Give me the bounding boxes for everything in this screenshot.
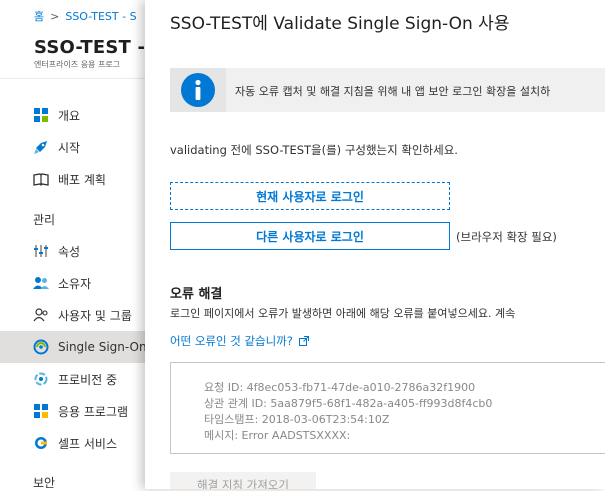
- breadcrumb-app-link[interactable]: SSO-TEST - S: [65, 10, 136, 23]
- nav-item-application[interactable]: 응용 프로그램: [0, 395, 160, 427]
- nav-item-getting-started[interactable]: 시작: [0, 131, 160, 163]
- nav-item-single-sign-on[interactable]: Single Sign-On: [0, 331, 160, 363]
- what-error-link[interactable]: 어떤 오류인 것 같습니까?: [170, 333, 309, 349]
- self-service-icon: [33, 435, 49, 451]
- provisioning-icon: [33, 371, 49, 387]
- nav-item-label: 사용자 및 그룹: [58, 308, 132, 323]
- chevron-right-icon: >: [50, 10, 60, 23]
- get-resolution-guidance-button[interactable]: 해결 지침 가져오기: [170, 472, 316, 489]
- rocket-icon: [33, 139, 49, 155]
- panel-title: SSO-TEST에 Validate Single Sign-On 사용: [170, 14, 510, 34]
- error-request-id-line: 요청 ID: 4f8ec053-fb71-47de-a010-2786a32f1…: [204, 381, 476, 394]
- nav-item-label: 소유자: [58, 276, 92, 291]
- troubleshoot-description: 로그인 페이지에서 오류가 발생하면 아래에 해당 오류를 붙여넣으세요. 계속: [170, 307, 516, 320]
- error-correlation-id-line: 상관 관계 ID: 5aa879f5-68f1-482a-a405-ff993d…: [204, 397, 493, 410]
- error-timestamp-line: 타임스탬프: 2018-03-06T23:54:10Z: [204, 413, 390, 426]
- nav-item-label: 프로비전 중: [58, 372, 118, 387]
- browser-extension-note: (브라우저 확장 필요): [456, 230, 557, 244]
- app-subtitle: 엔터프라이즈 응용 프로그: [34, 60, 121, 69]
- application-icon: [33, 403, 49, 419]
- divider: [0, 78, 160, 79]
- validate-sso-panel: SSO-TEST에 Validate Single Sign-On 사용 자동 …: [145, 0, 605, 489]
- properties-icon: [33, 243, 49, 259]
- info-icon-box: [170, 68, 226, 112]
- info-banner-text: 자동 오류 캡처 및 해결 지침을 위해 내 앱 보안 로그인 확장을 설치하: [235, 85, 551, 98]
- nav-item-properties[interactable]: 속성: [0, 235, 160, 267]
- sign-in-current-user-button[interactable]: 현재 사용자로 로그인: [170, 182, 450, 210]
- nav-item-label: 개요: [58, 108, 81, 123]
- overview-grid-icon: [33, 107, 49, 123]
- breadcrumb: 홈 > SSO-TEST - S: [34, 8, 137, 24]
- nav-item-label: Single Sign-On: [58, 340, 147, 354]
- what-error-link-text: 어떤 오류인 것 같습니까?: [170, 334, 293, 348]
- nav-item-label: 시작: [58, 140, 81, 155]
- nav-item-label: 응용 프로그램: [58, 404, 129, 419]
- nav-item-owners[interactable]: 소유자: [0, 267, 160, 299]
- nav-section-security: 보안: [33, 476, 56, 490]
- left-blade: 홈 > SSO-TEST - S SSO-TEST - SA 엔터프라이즈 응용 프…: [0, 0, 179, 490]
- nav-item-deployment-plan[interactable]: 배포 계획: [0, 163, 160, 195]
- nav-item-label: 셀프 서비스: [58, 436, 118, 451]
- confirm-config-text: validating 전에 SSO-TEST을(를) 구성했는지 확인하세요.: [170, 143, 458, 157]
- single-sign-on-icon: [33, 339, 49, 355]
- error-paste-textarea[interactable]: 요청 ID: 4f8ec053-fb71-47de-a010-2786a32f1…: [170, 362, 605, 454]
- nav-item-label: 속성: [58, 244, 81, 259]
- book-icon: [33, 171, 49, 187]
- info-banner: 자동 오류 캡처 및 해결 지침을 위해 내 앱 보안 로그인 확장을 설치하: [170, 68, 605, 112]
- info-icon: [181, 73, 215, 107]
- users-groups-icon: [33, 307, 49, 323]
- nav-item-users-groups[interactable]: 사용자 및 그룹: [0, 299, 160, 331]
- owners-icon: [33, 275, 49, 291]
- nav-item-overview[interactable]: 개요: [0, 99, 160, 131]
- nav-item-label: 배포 계획: [58, 172, 106, 187]
- breadcrumb-home-link[interactable]: 홈: [34, 10, 44, 23]
- nav-item-self-service[interactable]: 셀프 서비스: [0, 427, 160, 459]
- nav-section-manage: 관리: [33, 213, 56, 227]
- troubleshoot-title: 오류 해결: [170, 287, 223, 302]
- sign-in-other-user-button[interactable]: 다른 사용자로 로그인: [170, 222, 450, 250]
- external-link-icon: [298, 336, 309, 346]
- nav-item-provisioning[interactable]: 프로비전 중: [0, 363, 160, 395]
- error-message-line: 메시지: Error AADSTSXXXX:: [204, 429, 351, 442]
